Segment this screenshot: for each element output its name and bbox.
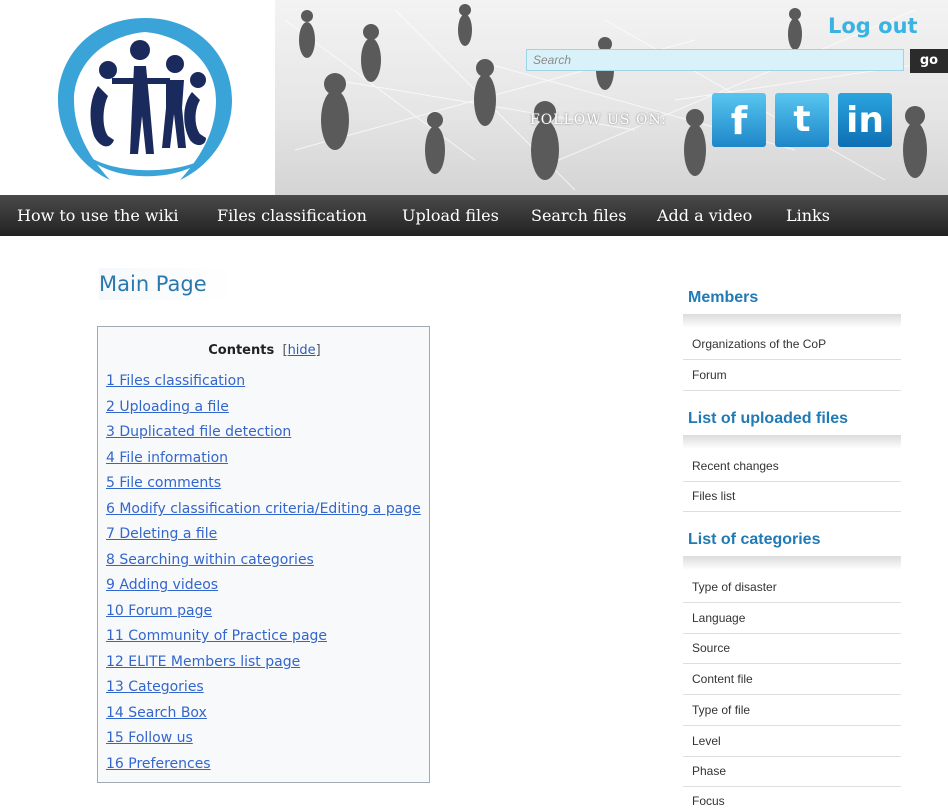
logout-link[interactable]: Log out [828,14,918,38]
sidebar-divider [683,663,901,664]
site-header: Log out go FOLLOW US ON: f t in [0,0,948,195]
sidebar-item-organizations[interactable]: Organizations of the CoP [692,337,826,351]
sidebar-item-source[interactable]: Source [692,641,730,655]
sidebar-item-type-of-disaster[interactable]: Type of disaster [692,580,777,594]
toc-item[interactable]: 8 Searching within categories [106,552,314,568]
sidebar-divider [683,390,901,391]
toc-item[interactable]: 16 Preferences [106,756,211,772]
sidebar-item-files-list[interactable]: Files list [692,489,735,503]
facebook-icon[interactable]: f [712,93,766,147]
sidebar-heading-categories: List of categories [688,531,821,548]
search-input[interactable] [526,49,904,71]
main-nav: How to use the wiki Files classification… [0,195,948,236]
sidebar-divider [683,314,901,328]
toc-item[interactable]: 9 Adding videos [106,577,218,593]
toc-item[interactable]: 2 Uploading a file [106,399,229,415]
toc-title: Contents [hide] [208,343,321,358]
sidebar-divider [683,725,901,726]
toc-item[interactable]: 15 Follow us [106,730,193,746]
twitter-icon[interactable]: t [775,93,829,147]
table-of-contents: Contents [hide] 1 Files classification 2… [97,326,430,783]
sidebar-item-content-file[interactable]: Content file [692,672,753,686]
toc-item[interactable]: 5 File comments [106,475,221,491]
sidebar-heading-uploaded-files: List of uploaded files [688,410,849,427]
sidebar-divider [683,556,901,570]
nav-search-files[interactable]: Search files [531,195,626,236]
toc-item[interactable]: 7 Deleting a file [106,526,217,542]
sidebar-item-forum[interactable]: Forum [692,368,727,382]
toc-item[interactable]: 3 Duplicated file detection [106,424,291,440]
sidebar-item-type-of-file[interactable]: Type of file [692,703,750,717]
toc-item[interactable]: 1 Files classification [106,373,245,389]
toc-item[interactable]: 14 Search Box [106,705,207,721]
toc-item[interactable]: 10 Forum page [106,603,212,619]
elite-logo[interactable] [50,8,240,188]
search-go-button[interactable]: go [910,49,948,73]
sidebar-divider [683,359,901,360]
toc-hide-link[interactable]: hide [288,343,316,358]
toc-item[interactable]: 13 Categories [106,679,204,695]
search-box [526,49,948,73]
sidebar-item-recent-changes[interactable]: Recent changes [692,459,779,473]
nav-add-video[interactable]: Add a video [657,195,752,236]
sidebar-divider [683,511,901,512]
sidebar-divider [683,602,901,603]
sidebar-item-phase[interactable]: Phase [692,764,726,778]
sidebar-item-level[interactable]: Level [692,734,721,748]
toc-heading: Contents [208,343,275,358]
toc-item[interactable]: 4 File information [106,450,228,466]
sidebar-item-focus[interactable]: Focus [692,794,725,808]
nav-files-classification[interactable]: Files classification [217,195,367,236]
linkedin-icon[interactable]: in [838,93,892,147]
sidebar-divider [683,435,901,449]
sidebar-heading-members: Members [688,289,759,306]
nav-links[interactable]: Links [786,195,830,236]
sidebar-divider [683,756,901,757]
toc-item[interactable]: 12 ELITE Members list page [106,654,300,670]
follow-us-label: FOLLOW US ON: [530,112,667,128]
sidebar-divider [683,481,901,482]
page-title: Main Page [99,268,234,300]
toc-item[interactable]: 11 Community of Practice page [106,628,327,644]
sidebar-divider [683,786,901,787]
sidebar-item-language[interactable]: Language [692,611,745,625]
toc-item[interactable]: 6 Modify classification criteria/Editing… [106,501,421,517]
nav-upload-files[interactable]: Upload files [402,195,499,236]
nav-how-to-use-wiki[interactable]: How to use the wiki [17,195,179,236]
sidebar-divider [683,633,901,634]
sidebar-divider [683,694,901,695]
